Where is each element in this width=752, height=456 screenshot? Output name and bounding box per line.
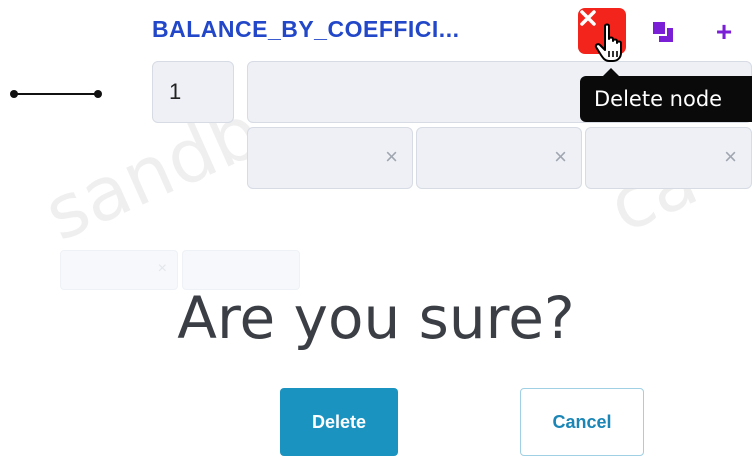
confirm-delete-button[interactable]: Delete: [280, 388, 398, 456]
cancel-button[interactable]: Cancel: [520, 388, 644, 456]
duplicate-node-button[interactable]: [651, 20, 675, 44]
sub-field-2[interactable]: ×: [416, 127, 582, 189]
connector-dot: [10, 90, 18, 98]
connector-line: [14, 93, 98, 95]
sub-field-1[interactable]: ×: [247, 127, 413, 189]
tooltip: Delete node: [580, 76, 752, 122]
node-title[interactable]: BALANCE_BY_COEFFICI...: [152, 16, 459, 43]
plus-icon: +: [715, 16, 733, 47]
duplicate-icon: [653, 22, 673, 42]
clear-icon[interactable]: ×: [724, 145, 737, 169]
add-node-button[interactable]: +: [712, 16, 736, 47]
weight-input[interactable]: 1: [152, 61, 234, 123]
hand-cursor-icon: [594, 23, 622, 62]
confirm-dialog-title: Are you sure?: [177, 284, 575, 352]
weight-value: 1: [169, 79, 182, 104]
clear-icon[interactable]: ×: [385, 145, 398, 169]
tooltip-arrow: [603, 68, 619, 76]
clear-icon[interactable]: ×: [554, 145, 567, 169]
clear-icon: ×: [157, 260, 167, 277]
sub-field-3[interactable]: ×: [585, 127, 752, 189]
connector-dot: [94, 90, 102, 98]
